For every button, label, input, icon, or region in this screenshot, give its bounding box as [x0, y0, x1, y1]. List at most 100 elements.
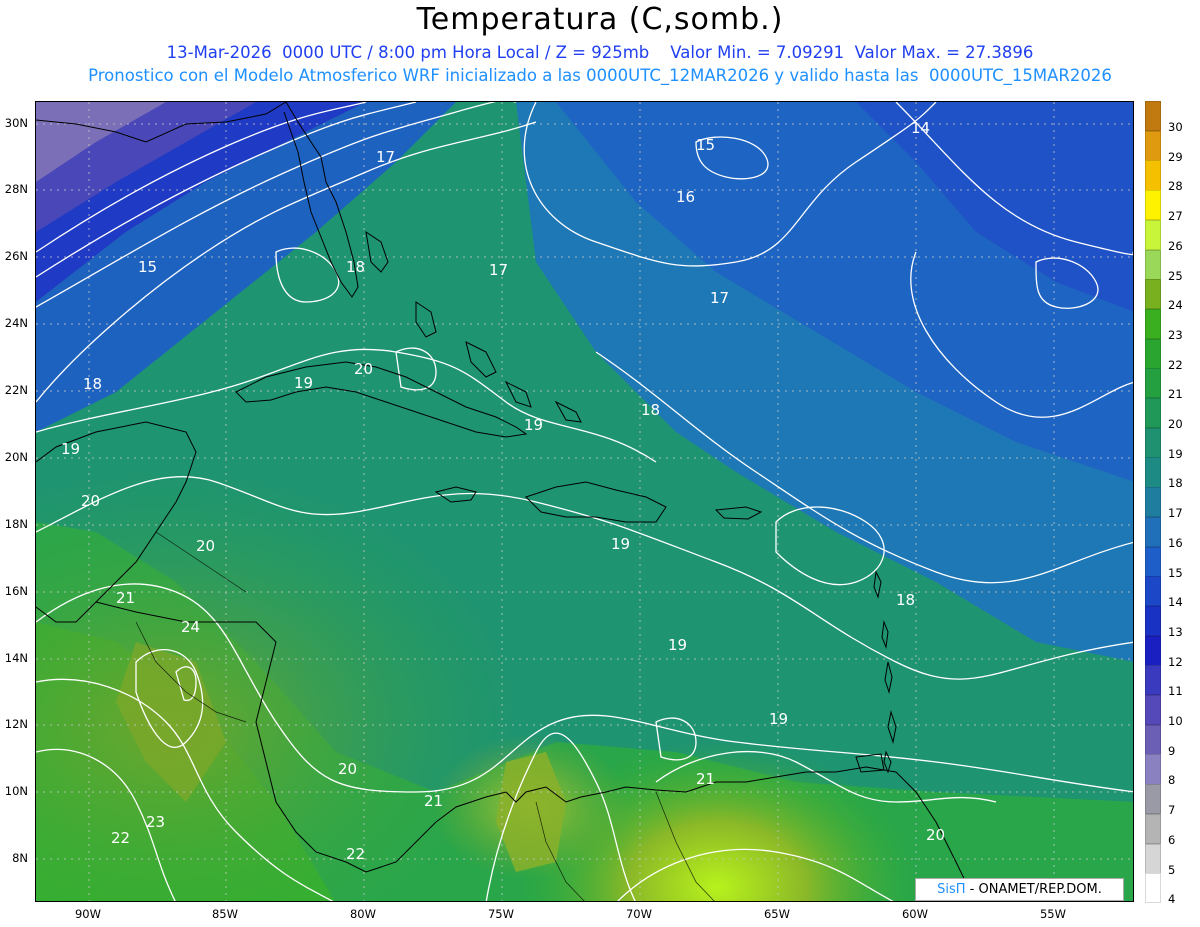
colorbar-swatch: [1145, 605, 1161, 637]
lat-label: 16N: [4, 584, 28, 598]
lon-label: 70W: [625, 907, 653, 921]
colorbar-label: 11: [1168, 684, 1183, 699]
colorbar-swatch: [1145, 754, 1161, 785]
contour-label: 15: [696, 136, 715, 154]
lon-label: 90W: [74, 907, 102, 921]
contour-label: 17: [376, 148, 395, 166]
contour-label: 18: [641, 401, 660, 419]
colorbar-swatch: [1145, 576, 1161, 607]
lon-label: 85W: [211, 907, 239, 921]
colorbar-swatch: [1145, 338, 1161, 369]
subtitle-line-1: 13-Mar-2026 0000 UTC / 8:00 pm Hora Loca…: [166, 43, 1034, 62]
colorbar-swatch: [1145, 487, 1161, 518]
colorbar-swatch: [1145, 695, 1161, 726]
lon-label: 55W: [1039, 907, 1067, 921]
lat-label: 20N: [4, 450, 28, 464]
contour-label: 22: [111, 829, 130, 847]
colorbar-label: 27: [1168, 209, 1183, 224]
contour-label: 14: [911, 119, 930, 137]
colorbar-swatch: [1145, 546, 1161, 577]
lat-label: 12N: [4, 717, 28, 731]
contour-label: 18: [346, 258, 365, 276]
colorbar-swatch: [1145, 190, 1161, 221]
contour-label: 17: [489, 261, 508, 279]
colorbar-label: 25: [1168, 268, 1183, 283]
contour-label: 18: [83, 375, 102, 393]
contour-label: 15: [138, 258, 157, 276]
colorbar-swatch: [1145, 665, 1161, 696]
colorbar-swatch: [1145, 398, 1161, 429]
colorbar-label: 21: [1168, 387, 1183, 402]
colorbar-label: 18: [1168, 476, 1183, 491]
lat-label: 22N: [4, 383, 28, 397]
colorbar-label: 26: [1168, 238, 1183, 253]
contour-label: 20: [81, 492, 100, 510]
colorbar-swatch: [1145, 368, 1161, 399]
colorbar-swatch: [1145, 784, 1161, 815]
contour-label: 17: [710, 289, 729, 307]
contour-label: 20: [338, 760, 357, 778]
temperature-map: 14 15 15 16 17 17 17 18 18 18 18 19 19 1…: [35, 101, 1134, 902]
contour-label: 23: [146, 813, 165, 831]
contour-label: 22: [346, 845, 365, 863]
contour-label: 19: [611, 535, 630, 553]
colorbar: [1145, 101, 1161, 904]
contour-label: 20: [354, 360, 373, 378]
colorbar-swatch: [1145, 516, 1161, 547]
lon-label: 75W: [487, 907, 515, 921]
colorbar-label: 22: [1168, 357, 1183, 372]
colorbar-swatch: [1145, 427, 1161, 458]
contour-label: 19: [61, 440, 80, 458]
colorbar-swatch: [1145, 813, 1161, 844]
colorbar-swatch: [1145, 635, 1161, 666]
colorbar-label: 14: [1168, 595, 1183, 610]
contour-label: 21: [696, 770, 715, 788]
colorbar-label: 17: [1168, 506, 1183, 521]
contour-label: 20: [196, 537, 215, 555]
colorbar-label: 7: [1168, 803, 1176, 818]
contour-label: 16: [676, 188, 695, 206]
lon-label: 65W: [763, 907, 791, 921]
colorbar-label: 6: [1168, 832, 1176, 847]
colorbar-label: 24: [1168, 298, 1183, 313]
colorbar-label: 20: [1168, 417, 1183, 431]
colorbar-swatch: [1145, 457, 1161, 488]
colorbar-swatch: [1145, 724, 1161, 755]
contour-label: 24: [181, 618, 200, 636]
colorbar-label: 5: [1168, 862, 1176, 877]
colorbar-label: 30: [1168, 120, 1183, 134]
lat-label: 10N: [4, 784, 28, 798]
colorbar-swatch: [1145, 308, 1161, 340]
contour-label: 21: [424, 792, 443, 810]
colorbar-label: 13: [1168, 624, 1183, 639]
colorbar-label: 16: [1168, 535, 1183, 550]
map-canvas: 14 15 15 16 17 17 17 18 18 18 18 19 19 1…: [36, 102, 1133, 901]
colorbar-label: 15: [1168, 565, 1183, 580]
colorbar-label: 28: [1168, 179, 1183, 194]
contour-label: 18: [896, 591, 915, 609]
colorbar-label: 10: [1168, 714, 1183, 728]
subtitle-line-2: Pronostico con el Modelo Atmosferico WRF…: [88, 66, 1112, 85]
contour-label: 19: [769, 710, 788, 728]
lat-label: 8N: [12, 851, 28, 865]
contour-label: 21: [116, 589, 135, 607]
lon-label: 60W: [901, 907, 929, 921]
colorbar-label: 12: [1168, 654, 1183, 669]
contour-label: 19: [524, 416, 543, 434]
colorbar-label: 9: [1168, 743, 1176, 758]
colorbar-swatch: [1145, 843, 1161, 874]
colorbar-swatch: [1145, 249, 1161, 280]
contour-label: 19: [668, 636, 687, 654]
colorbar-swatch: [1145, 873, 1161, 904]
colorbar-label: 23: [1168, 327, 1183, 342]
colorbar-label: 4: [1168, 892, 1176, 907]
colorbar-swatch: [1145, 279, 1161, 310]
field-olive-ven: [36, 102, 1133, 901]
colorbar-swatch: [1145, 130, 1161, 161]
colorbar-swatch: [1145, 101, 1161, 132]
credit-box: SisΠ - ONAMET/REP.DOM.: [915, 878, 1124, 901]
contour-label: 19: [294, 374, 313, 392]
colorbar-label: 29: [1168, 149, 1183, 164]
brand-logo-text: SisΠ: [937, 882, 966, 897]
lat-label: 28N: [4, 182, 28, 196]
